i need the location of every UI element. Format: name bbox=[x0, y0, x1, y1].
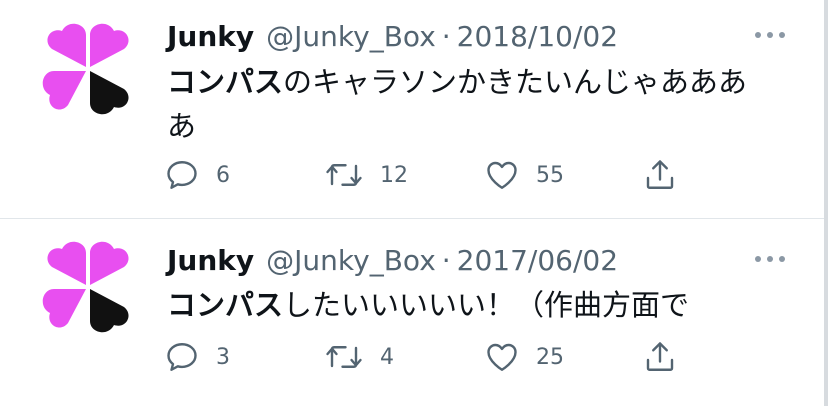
like-count: 25 bbox=[536, 344, 564, 370]
tweet-text-bold[interactable]: コンパス bbox=[167, 65, 283, 99]
reply-button[interactable]: 6 bbox=[164, 155, 230, 195]
handle[interactable]: @Junky_Box bbox=[266, 20, 436, 53]
tweet-actions: 3 4 25 bbox=[164, 337, 694, 377]
more-icon[interactable] bbox=[755, 30, 785, 40]
tweet-actions: 6 12 55 bbox=[164, 155, 694, 195]
tweet-text: コンパスしたいいいいい！（作曲方面で bbox=[167, 283, 807, 327]
tweet-text-bold[interactable]: コンパス bbox=[167, 288, 283, 322]
tweet-header: Junky @Junky_Box · 2018/10/02 bbox=[167, 16, 618, 56]
clover-avatar bbox=[42, 241, 129, 333]
share-icon bbox=[646, 160, 674, 189]
separator: · bbox=[441, 19, 451, 53]
share-button[interactable] bbox=[642, 155, 678, 195]
tweet-header: Junky @Junky_Box · 2017/06/02 bbox=[167, 240, 618, 280]
display-name[interactable]: Junky bbox=[167, 20, 254, 53]
like-button[interactable]: 25 bbox=[484, 337, 564, 377]
reply-count: 3 bbox=[216, 344, 230, 370]
tweet-text: コンパスのキャラソンかきたいんじゃあああ あ bbox=[167, 60, 807, 148]
more-icon[interactable] bbox=[755, 254, 785, 264]
avatar[interactable] bbox=[40, 21, 136, 117]
share-button[interactable] bbox=[642, 337, 678, 377]
tweet[interactable]: Junky @Junky_Box · 2018/10/02 コンパスのキャラソン… bbox=[0, 0, 824, 219]
tweet-text-wrap: あ bbox=[167, 109, 197, 143]
display-name[interactable]: Junky bbox=[167, 244, 254, 277]
like-icon bbox=[487, 161, 517, 189]
reply-count: 6 bbox=[216, 162, 230, 188]
share-icon bbox=[646, 342, 674, 371]
like-icon bbox=[487, 343, 517, 371]
scrollbar-edge bbox=[824, 0, 828, 406]
like-button[interactable]: 55 bbox=[484, 155, 564, 195]
retweet-button[interactable]: 12 bbox=[324, 155, 408, 195]
retweet-icon bbox=[326, 164, 362, 186]
avatar[interactable] bbox=[40, 239, 136, 335]
tweet-date[interactable]: 2017/06/02 bbox=[457, 244, 618, 277]
reply-button[interactable]: 3 bbox=[164, 337, 230, 377]
handle[interactable]: @Junky_Box bbox=[266, 244, 436, 277]
tweet-text-rest: したいいいいい！（作曲方面で bbox=[283, 288, 690, 322]
retweet-count: 4 bbox=[380, 344, 394, 370]
clover-avatar bbox=[42, 23, 129, 115]
tweet-text-rest: のキャラソンかきたいんじゃあああ bbox=[283, 65, 748, 99]
reply-icon bbox=[167, 161, 197, 189]
retweet-icon bbox=[326, 346, 362, 368]
separator: · bbox=[441, 243, 451, 277]
tweet[interactable]: Junky @Junky_Box · 2017/06/02 コンパスしたいいいい… bbox=[0, 219, 824, 406]
retweet-count: 12 bbox=[380, 162, 408, 188]
tweet-date[interactable]: 2018/10/02 bbox=[457, 20, 618, 53]
retweet-button[interactable]: 4 bbox=[324, 337, 394, 377]
reply-icon bbox=[167, 343, 197, 371]
like-count: 55 bbox=[536, 162, 564, 188]
